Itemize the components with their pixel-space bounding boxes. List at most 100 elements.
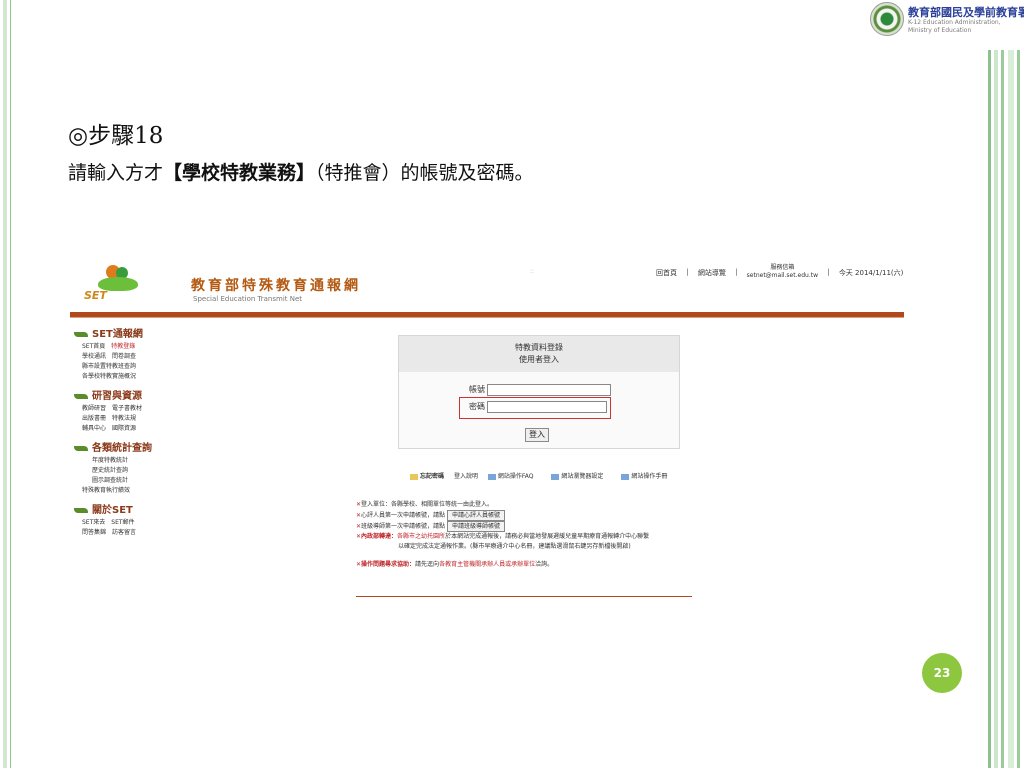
notice-login-units: ✕登入單位：各縣學校、相關單位等統一由此登入。 bbox=[356, 500, 796, 510]
today-date: 今天 2014/1/11(六) bbox=[838, 269, 904, 277]
header-dots: :: bbox=[530, 268, 535, 275]
book-icon bbox=[621, 473, 630, 480]
notice-interior-ministry: ✕內政部轉達：各縣市之幼托園所於本網站完成通報後，請務必與當地發展遲緩兒童早期療… bbox=[356, 532, 796, 542]
menu-row: 各學校特教實施概況 bbox=[74, 372, 194, 382]
login-button[interactable]: 登入 bbox=[525, 428, 549, 442]
faq-link[interactable]: 網站操作FAQ bbox=[487, 473, 542, 480]
login-help-link[interactable]: 登入說明 bbox=[454, 473, 478, 480]
moe-seal-icon bbox=[870, 2, 904, 36]
leaf-icon bbox=[74, 445, 88, 451]
nav-separator: | bbox=[735, 268, 738, 276]
page-number-badge: 23 bbox=[922, 653, 962, 693]
menu-section-title: 關於SET bbox=[92, 505, 133, 516]
key-icon bbox=[410, 473, 418, 480]
menu-item-school-contact[interactable]: 學校通訊 bbox=[82, 353, 106, 360]
menu-item-special-login[interactable]: 特教登錄 bbox=[111, 343, 135, 350]
menu-section-research: 研習與資源 bbox=[74, 392, 194, 402]
apply-teacher-account-button[interactable]: 申請班級導師帳號 bbox=[447, 521, 506, 532]
menu-item-faq[interactable]: 問答集錦 bbox=[82, 529, 106, 536]
header-rule-thin bbox=[70, 317, 904, 318]
menu-row: 特殊教育執行績效 bbox=[74, 486, 194, 496]
menu-item-teacher-training[interactable]: 教師研習 bbox=[82, 405, 106, 412]
menu-item-set-mail[interactable]: SET郵件 bbox=[111, 519, 134, 526]
manual-text: 網站操作手冊 bbox=[631, 473, 668, 480]
password-label: 密碼 bbox=[469, 402, 485, 411]
menu-item-ebooks[interactable]: 電子書教材 bbox=[112, 405, 142, 412]
notice-red-link[interactable]: 各縣市之幼托園所 bbox=[397, 533, 445, 540]
menu-row: 出版書冊 特教法規 bbox=[74, 414, 194, 424]
nav-separator: | bbox=[686, 268, 689, 276]
faq-text: 網站操作FAQ bbox=[497, 473, 534, 480]
manual-link[interactable]: 網站操作手冊 bbox=[621, 473, 675, 480]
notice-text: 登入單位：各縣學校、相關單位等統一由此登入。 bbox=[361, 501, 494, 508]
menu-item-guestbook[interactable]: 訪客留言 bbox=[112, 529, 136, 536]
notice-bold: 內政部轉達： bbox=[361, 533, 398, 540]
nav-guide-link[interactable]: 網站導覽 bbox=[698, 268, 726, 278]
menu-item-chart-stats[interactable]: 圖示調查統計 bbox=[92, 477, 128, 484]
site-subtitle: Special Education Transmit Net bbox=[193, 295, 303, 303]
top-nav: 回首頁 | 網站導覽 | 服務信箱 setnet@mail.set.edu.tw… bbox=[656, 264, 904, 280]
set-logo[interactable]: SET bbox=[84, 263, 146, 303]
moe-subtitle-line1: K-12 Education Administration, bbox=[908, 19, 1001, 26]
slide-right-stripes bbox=[988, 50, 1024, 768]
website-screenshot: SET 教育部特殊教育通報網 Special Education Transmi… bbox=[70, 250, 904, 612]
login-subtitle: 使用者登入 bbox=[519, 355, 559, 364]
leaf-icon bbox=[74, 393, 88, 399]
nav-service-mailbox[interactable]: 服務信箱 setnet@mail.set.edu.tw bbox=[747, 264, 818, 280]
browser-settings-link[interactable]: 網站瀏覽器設定 bbox=[551, 473, 611, 480]
notice-evaluator-apply: ✕心評人員第一次申請帳號，請點 申請心評人員帳號 bbox=[356, 510, 796, 521]
login-title: 特教資料登錄 bbox=[515, 343, 563, 352]
menu-item-school-overview[interactable]: 各學校特教實施概況 bbox=[82, 373, 136, 380]
notice-text: 心評人員第一次申請帳號，請點 bbox=[361, 512, 446, 519]
notice-red-link[interactable]: 各教育主管機關承辦人員或承辦單位 bbox=[439, 561, 535, 568]
menu-row: 歷史統計查詢 bbox=[74, 466, 194, 476]
menu-item-annual-stats[interactable]: 年度特教統計 bbox=[92, 457, 128, 464]
forgot-password-link[interactable]: 忘記密碼 bbox=[410, 473, 444, 480]
menu-item-set-origin[interactable]: SET來去 bbox=[82, 519, 105, 526]
moe-subtitle-line2: Ministry of Education bbox=[908, 27, 972, 34]
menu-row: SET來去 SET郵件 bbox=[74, 518, 194, 528]
notice-interior-ministry-cont: 以確定完成法定通報作業。(縣市早療通介中心名冊，建議點選滑鼠右鍵另存新檔後開啟) bbox=[398, 543, 631, 550]
menu-row: 教師研習 電子書教材 bbox=[74, 404, 194, 414]
step-desc-suffix: （特推會）的帳號及密碼。 bbox=[315, 162, 534, 184]
menu-row: 學校通訊 問卷調查 bbox=[74, 352, 194, 362]
step-desc-prefix: 請輸入方才 bbox=[68, 162, 164, 184]
notice-help: ✕操作問題尋求協助：請先逕向各教育主管機關承辦人員或承辦單位洽詢。 bbox=[356, 560, 796, 570]
password-input[interactable] bbox=[487, 401, 607, 413]
service-email: setnet@mail.set.edu.tw bbox=[746, 272, 818, 279]
menu-section-title: SET通報網 bbox=[92, 329, 143, 340]
menu-section-stats: 各類統計查詢 bbox=[74, 444, 194, 454]
menu-row: 圖示調查統計 bbox=[74, 476, 194, 486]
step-title: ◎步驟18 bbox=[68, 123, 164, 149]
menu-item-performance[interactable]: 特殊教育執行績效 bbox=[82, 487, 130, 494]
menu-row: 輔具中心 國際資源 bbox=[74, 424, 194, 434]
notice-text: 洽詢。 bbox=[535, 561, 554, 568]
account-input[interactable] bbox=[487, 384, 611, 396]
apply-evaluator-account-button[interactable]: 申請心評人員帳號 bbox=[447, 510, 506, 521]
moe-logo: 教育部國民及學前教育署 K-12 Education Administratio… bbox=[870, 2, 1024, 48]
menu-item-set-home[interactable]: SET首頁 bbox=[82, 343, 105, 350]
menu-item-publications[interactable]: 出版書冊 bbox=[82, 415, 106, 422]
menu-row: SET首頁 特教登錄 bbox=[74, 342, 194, 352]
menu-item-aid-center[interactable]: 輔具中心 bbox=[82, 425, 106, 432]
menu-item-regulations[interactable]: 特教法規 bbox=[112, 415, 136, 422]
login-header: 特教資料登錄 使用者登入 bbox=[399, 336, 679, 372]
nav-separator: | bbox=[827, 268, 830, 276]
menu-section-set: SET通報網 bbox=[74, 330, 194, 340]
menu-row: 問答集錦 訪客留言 bbox=[74, 528, 194, 538]
menu-item-history-stats[interactable]: 歷史統計查詢 bbox=[92, 467, 128, 474]
notice-text: 請先逕向 bbox=[415, 561, 440, 568]
slide-left-border bbox=[0, 0, 11, 768]
menu-section-title: 研習與資源 bbox=[92, 391, 142, 402]
notice-bold: 操作問題尋求協助： bbox=[361, 561, 416, 568]
help-links: 忘記密碼 登入說明 網站操作FAQ 網站瀏覽器設定 網站操作手冊 bbox=[410, 471, 683, 480]
nav-home-link[interactable]: 回首頁 bbox=[656, 268, 677, 278]
leaf-icon bbox=[74, 331, 88, 337]
menu-item-intl-resources[interactable]: 國際資源 bbox=[112, 425, 136, 432]
notice-text: 於本網站完成通報後，請務必與當地發展遲緩兒童早期療育通報轉介中心聯繫 bbox=[445, 533, 650, 540]
menu-item-survey[interactable]: 問卷調查 bbox=[112, 353, 136, 360]
menu-item-county-classes[interactable]: 縣市設置特教班查詢 bbox=[82, 363, 136, 370]
leaf-icon bbox=[74, 507, 88, 513]
moe-subtitle: K-12 Education Administration, Ministry … bbox=[908, 19, 1001, 35]
book-icon bbox=[487, 473, 496, 480]
